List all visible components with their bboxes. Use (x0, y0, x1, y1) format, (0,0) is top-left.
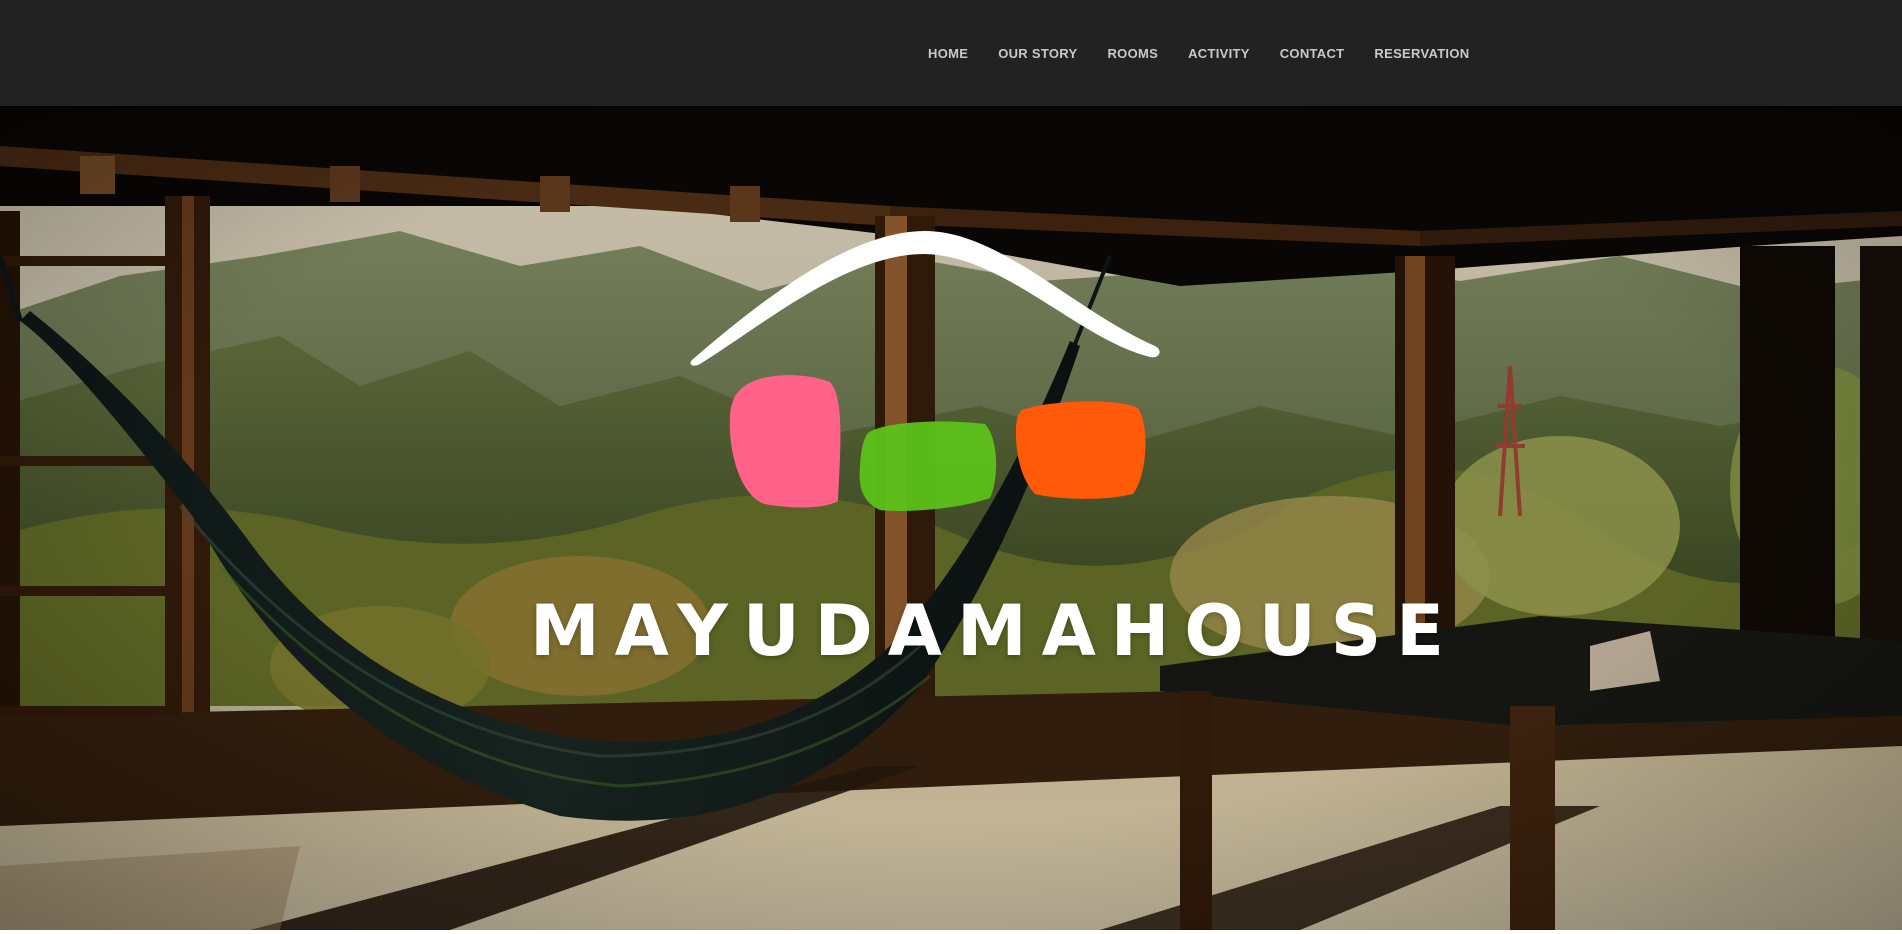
logo-orange-cocoon (1015, 401, 1146, 499)
main-nav: HOME OUR STORY ROOMS ACTIVITY CONTACT RE… (928, 45, 1469, 63)
nav-item-rooms: ROOMS (1107, 45, 1158, 63)
nav-item-contact: CONTACT (1280, 45, 1345, 63)
hero-section: MAYUDAMAHOUSE (0, 106, 1902, 930)
brand-name: MAYUDAMAHOUSE (530, 590, 1459, 672)
nav-item-reservation: RESERVATION (1374, 45, 1469, 63)
nav-item-activity: ACTIVITY (1188, 45, 1250, 63)
nav-link-contact[interactable]: CONTACT (1280, 46, 1345, 61)
nav-link-activity[interactable]: ACTIVITY (1188, 46, 1250, 61)
nav-item-our-story: OUR STORY (998, 45, 1077, 63)
mayudama-logo (690, 231, 1160, 511)
nav-item-home: HOME (928, 45, 968, 63)
logo-pink-cocoon (729, 375, 841, 508)
site-header: HOME OUR STORY ROOMS ACTIVITY CONTACT RE… (0, 0, 1902, 106)
nav-link-reservation[interactable]: RESERVATION (1374, 46, 1469, 61)
nav-link-home[interactable]: HOME (928, 46, 968, 61)
page: HOME OUR STORY ROOMS ACTIVITY CONTACT RE… (0, 0, 1902, 934)
nav-link-our-story[interactable]: OUR STORY (998, 46, 1077, 61)
logo-green-cocoon (859, 421, 997, 511)
nav-link-rooms[interactable]: ROOMS (1107, 46, 1158, 61)
hero-bottom-border (0, 930, 1902, 934)
logo-roof-shape (690, 231, 1160, 366)
